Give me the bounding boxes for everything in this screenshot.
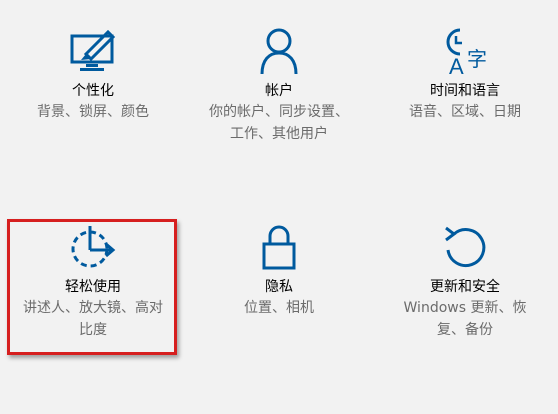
highlight-box [7,219,177,355]
tile-personalization[interactable]: 个性化 背景、锁屏、颜色 [0,26,186,122]
tile-title: 帐户 [265,83,293,99]
tile-title: 隐私 [265,279,293,295]
tile-desc-line: Windows 更新、恢 [403,300,527,316]
time-language-icon: A 字 [446,28,487,76]
update-icon [445,226,486,268]
tile-title: 更新和安全 [430,279,500,295]
lock-icon [262,225,296,270]
personalization-icon [70,29,116,71]
tile-title: 个性化 [72,83,114,99]
tile-title: 时间和语言 [430,83,500,99]
tile-desc-line: 位置、相机 [244,300,314,316]
tile-desc-line: 工作、其他用户 [230,126,328,142]
svg-text:字: 字 [467,47,487,71]
svg-text:A: A [449,54,464,76]
tile-time-language[interactable]: A 字 时间和语言 语音、区域、日期 [372,26,558,122]
tile-desc-line: 你的帐户、同步设置、 [209,104,349,120]
tile-desc-line: 复、备份 [437,322,493,338]
tile-update-security[interactable]: 更新和安全 Windows 更新、恢 复、备份 [372,222,558,340]
tile-desc-line: 语音、区域、日期 [409,104,521,120]
account-icon [260,28,298,75]
tile-desc-line: 背景、锁屏、颜色 [37,104,149,120]
tile-privacy[interactable]: 隐私 位置、相机 [186,222,372,318]
tile-accounts[interactable]: 帐户 你的帐户、同步设置、 工作、其他用户 [186,26,372,144]
